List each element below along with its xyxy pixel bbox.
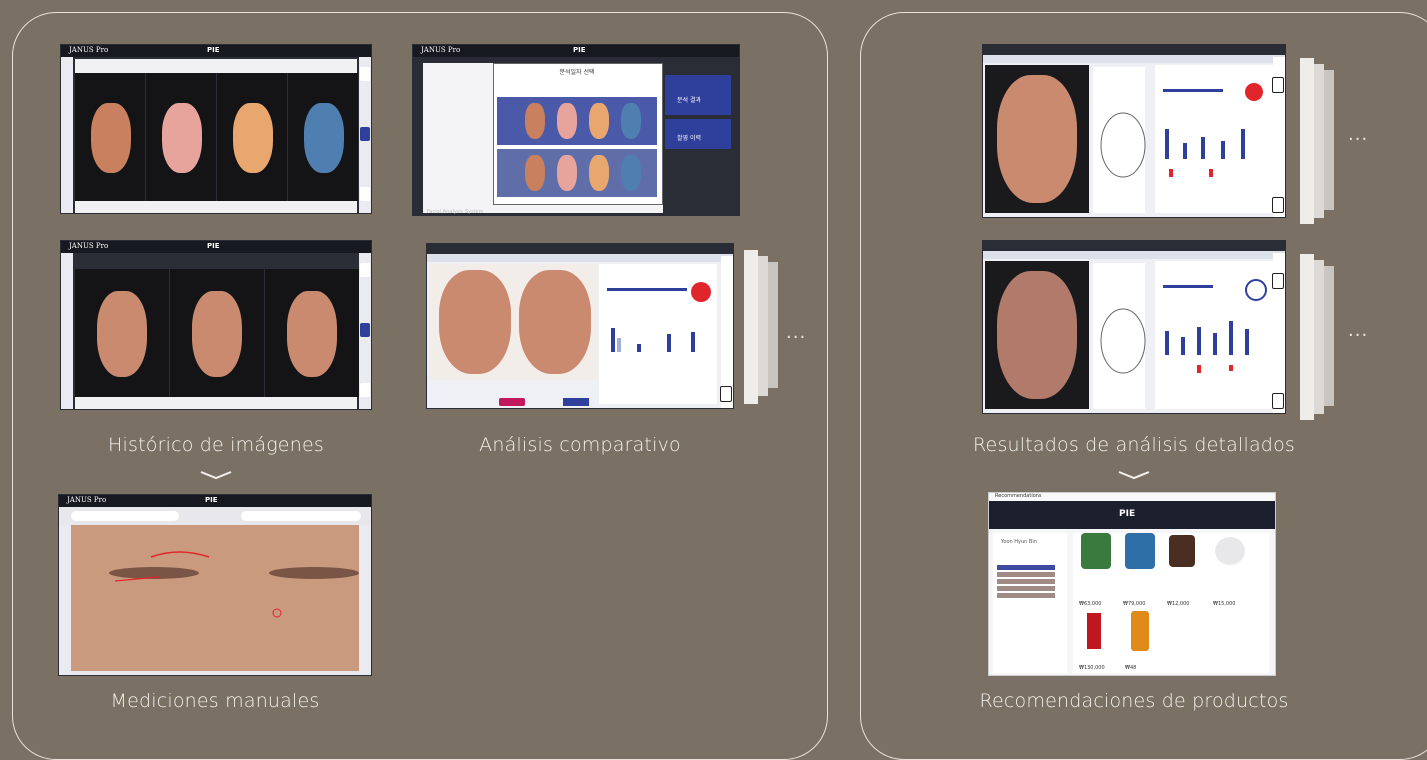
face-diagram	[1100, 308, 1146, 374]
app-logo: PIE	[207, 242, 220, 250]
product-price: ₩12,000	[1167, 601, 1190, 607]
product-price: ₩79,000	[1123, 601, 1146, 607]
detailed-results-screenshot-2[interactable]	[982, 240, 1286, 414]
footer-text: Facial Analysis System	[427, 209, 484, 215]
chevron-down-icon	[1118, 471, 1150, 480]
caption-manual: Mediciones manuales	[110, 690, 320, 712]
product-logo: PIE	[1119, 509, 1136, 519]
more-indicator-detailed-1: ...	[1348, 124, 1369, 145]
app-logo: PIE	[207, 46, 220, 54]
chevron-down-icon	[200, 471, 232, 480]
caption-image-history: Histórico de imágenes	[108, 434, 324, 456]
product-price: ₩130,000	[1079, 665, 1105, 671]
measurement-lines	[114, 551, 282, 618]
product-price: ₩15,000	[1213, 601, 1236, 607]
comparative-selector-screenshot[interactable]: JANUS Pro PIE 분석일자 선택 분석 결과 촬영 이력 Facial …	[412, 44, 740, 216]
dialog-title: 분석일자 선택	[559, 69, 595, 76]
capture-history-button[interactable]: 촬영 이력	[677, 133, 701, 142]
product-price: ₩48	[1125, 665, 1137, 671]
image-history-screenshot-1[interactable]: JANUS Pro PIE	[60, 44, 372, 214]
stacked-card-3	[1300, 254, 1314, 420]
manual-measurements-screenshot[interactable]: JANUS Pro PIE	[58, 494, 372, 676]
face-diagram	[1100, 112, 1146, 178]
more-indicator-detailed-2: ...	[1348, 320, 1369, 341]
more-indicator-comparative: ...	[786, 322, 807, 343]
image-history-screenshot-2[interactable]: JANUS Pro PIE	[60, 240, 372, 410]
stacked-card-3	[1300, 58, 1314, 224]
window-title: Recommendations	[995, 493, 1042, 499]
comparative-analysis-screenshot[interactable]	[426, 243, 734, 409]
product-recommendations-screenshot[interactable]: Recommendations PIE Yoon Hyun Bin ₩63,00…	[988, 492, 1276, 676]
app-logo: PIE	[573, 46, 586, 54]
stacked-card-3	[744, 250, 758, 404]
user-name: Yoon Hyun Bin	[1001, 539, 1037, 545]
caption-comparative: Análisis comparativo	[479, 434, 681, 456]
product-price: ₩63,000	[1079, 601, 1102, 607]
app-brand: JANUS Pro	[69, 242, 109, 250]
app-brand: JANUS Pro	[69, 46, 109, 54]
detailed-results-screenshot-1[interactable]	[982, 44, 1286, 218]
analysis-result-button[interactable]: 분석 결과	[677, 95, 701, 104]
caption-detailed: Resultados de análisis detallados	[973, 434, 1295, 456]
caption-products: Recomendaciones de productos	[979, 690, 1289, 712]
app-brand: JANUS Pro	[421, 46, 461, 54]
